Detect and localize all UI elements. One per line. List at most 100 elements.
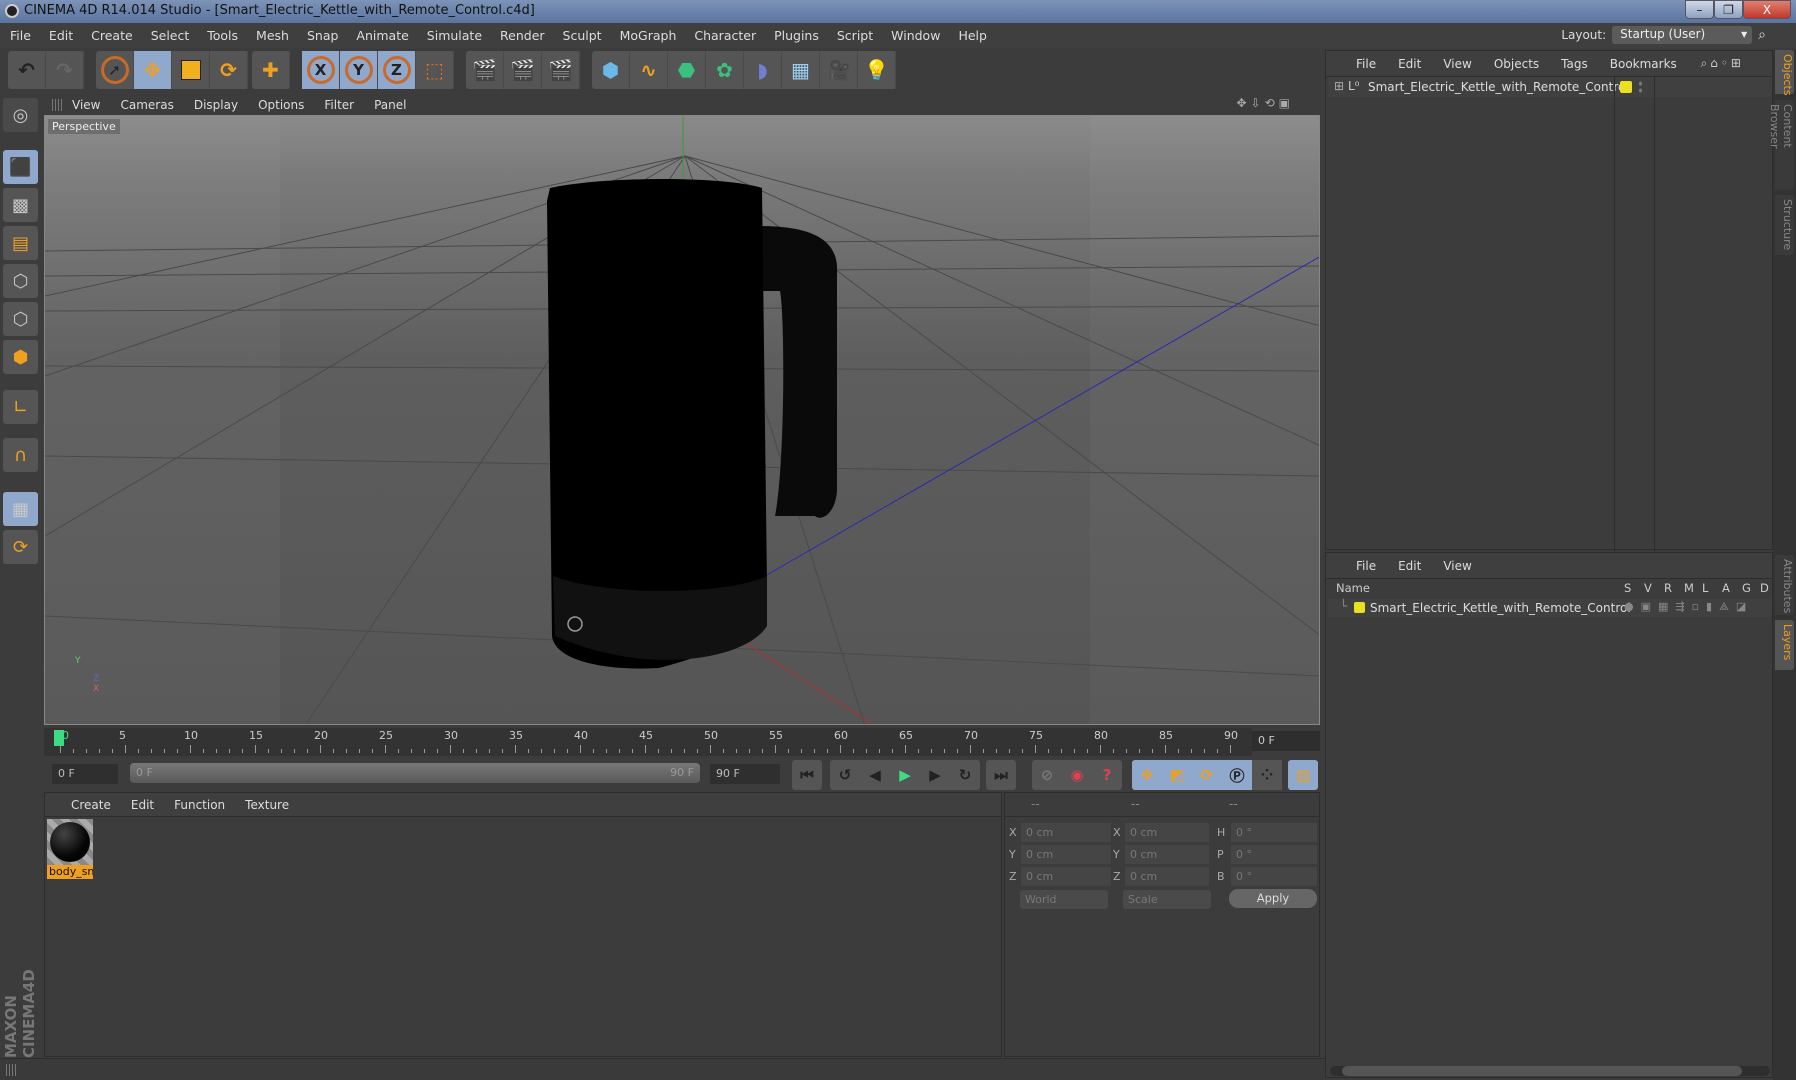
rot-h-field[interactable]: 0 ° xyxy=(1231,823,1317,842)
timeline-window-icon[interactable]: ▥ xyxy=(1288,760,1318,790)
visibility-dots[interactable] xyxy=(1638,80,1643,94)
col-animation[interactable]: A xyxy=(1722,581,1730,595)
viewport-menu-options[interactable]: Options xyxy=(258,98,304,112)
nurbs-icon[interactable]: ⬣ xyxy=(668,51,706,89)
next-key-icon[interactable]: ↻ xyxy=(950,760,980,790)
key-parameter-icon[interactable]: Ⓟ xyxy=(1222,760,1252,790)
array-icon[interactable]: ✿ xyxy=(706,51,744,89)
autokey-help-icon[interactable]: ? xyxy=(1092,760,1122,790)
scrollbar-thumb[interactable] xyxy=(1342,1066,1742,1076)
go-to-start-icon[interactable]: ⏮ xyxy=(792,760,822,790)
om-menu-objects[interactable]: Objects xyxy=(1494,57,1539,71)
menu-select[interactable]: Select xyxy=(151,28,190,43)
current-frame-field[interactable]: 0 F xyxy=(1252,731,1320,751)
floor-icon[interactable]: ▦ xyxy=(782,51,820,89)
rot-p-field[interactable]: 0 ° xyxy=(1231,845,1317,864)
axis-mode-icon[interactable]: ∟ xyxy=(3,390,38,424)
col-render[interactable]: R xyxy=(1664,581,1672,595)
material-menu-function[interactable]: Function xyxy=(174,798,225,812)
key-pla-icon[interactable]: ⁘ xyxy=(1252,760,1282,790)
model-mode-icon[interactable]: ⬛ xyxy=(3,150,38,184)
grip-handle[interactable] xyxy=(6,1064,16,1076)
menu-render[interactable]: Render xyxy=(500,28,545,43)
layout-dropdown[interactable]: Startup (User) ▾ xyxy=(1612,26,1753,44)
col-manager[interactable]: M xyxy=(1684,581,1694,595)
motion-path-icon[interactable]: ⊘ xyxy=(1032,760,1062,790)
menu-mesh[interactable]: Mesh xyxy=(256,28,289,43)
om-menu-bookmarks[interactable]: Bookmarks xyxy=(1610,57,1677,71)
lm-menu-file[interactable]: File xyxy=(1356,559,1376,573)
col-deformers[interactable]: D xyxy=(1760,581,1769,595)
step-back-icon[interactable]: ◀ xyxy=(860,760,890,790)
coordinate-system-icon[interactable]: ⬚ xyxy=(416,51,454,89)
size-z-field[interactable]: 0 cm xyxy=(1125,867,1209,886)
cube-primitive-icon[interactable]: ⬢ xyxy=(592,51,630,89)
tab-content-browser[interactable]: Content Browser xyxy=(1768,100,1794,190)
start-frame-field[interactable]: 0 F xyxy=(52,764,118,784)
close-button[interactable]: X xyxy=(1743,0,1791,19)
menu-mograph[interactable]: MoGraph xyxy=(620,28,677,43)
menu-script[interactable]: Script xyxy=(837,28,873,43)
live-select-icon[interactable]: ✚ xyxy=(252,51,290,89)
om-menu-file[interactable]: File xyxy=(1356,57,1376,71)
menu-sculpt[interactable]: Sculpt xyxy=(563,28,602,43)
menu-simulate[interactable]: Simulate xyxy=(427,28,482,43)
axis-y-toggle[interactable]: Y xyxy=(340,51,378,89)
menu-tools[interactable]: Tools xyxy=(207,28,238,43)
key-rotation-icon[interactable]: ⟳ xyxy=(1192,760,1222,790)
minimize-button[interactable]: – xyxy=(1685,0,1714,19)
material-menu-texture[interactable]: Texture xyxy=(245,798,289,812)
edges-mode-icon[interactable]: ⬡ xyxy=(3,302,38,336)
menu-help[interactable]: Help xyxy=(958,28,987,43)
snap-magnet-icon[interactable]: ∩ xyxy=(3,438,38,472)
polygons-mode-icon[interactable]: ⬢ xyxy=(3,340,38,374)
tab-structure[interactable]: Structure xyxy=(1775,195,1794,255)
viewport-menu-filter[interactable]: Filter xyxy=(324,98,354,112)
axis-x-toggle[interactable]: X xyxy=(302,51,340,89)
viewport-menu-view[interactable]: View xyxy=(72,98,100,112)
end-frame-field[interactable]: 90 F xyxy=(710,764,780,784)
record-icon[interactable]: ◉ xyxy=(1062,760,1092,790)
restore-button[interactable]: ❐ xyxy=(1714,0,1743,19)
select-tool-icon[interactable]: ➚ xyxy=(96,51,134,89)
size-x-field[interactable]: 0 cm xyxy=(1125,823,1209,842)
light-icon[interactable]: 💡 xyxy=(858,51,896,89)
grid-snap-icon[interactable]: ⟳ xyxy=(3,530,38,564)
make-editable-icon[interactable]: ◎ xyxy=(3,98,38,132)
viewport-menu-panel[interactable]: Panel xyxy=(374,98,406,112)
render-picture-viewer-icon[interactable]: 🎬 xyxy=(504,51,542,89)
prev-key-icon[interactable]: ↺ xyxy=(830,760,860,790)
layer-row[interactable]: └ Smart_Electric_Kettle_with_Remote_Cont… xyxy=(1328,599,1772,617)
grip-handle[interactable] xyxy=(52,99,62,111)
layer-color-swatch[interactable] xyxy=(1354,602,1365,613)
timeline-ruler[interactable]: 0 5 10 15 20 25 30 35 40 45 50 55 60 65 70 75 80 85 90 xyxy=(44,728,1252,756)
menu-animate[interactable]: Animate xyxy=(356,28,408,43)
key-position-icon[interactable]: ✥ xyxy=(1132,760,1162,790)
menu-window[interactable]: Window xyxy=(891,28,940,43)
workplane-lock-icon[interactable]: ▦ xyxy=(3,492,38,526)
menu-edit[interactable]: Edit xyxy=(49,28,73,43)
play-icon[interactable]: ▶ xyxy=(890,760,920,790)
go-to-end-icon[interactable]: ⏭ xyxy=(986,760,1016,790)
tab-layers[interactable]: Layers xyxy=(1775,620,1794,670)
transform-mode-dropdown[interactable]: Scale xyxy=(1123,890,1211,909)
layer-scrollbar[interactable] xyxy=(1330,1066,1770,1076)
workplane-icon[interactable]: ▤ xyxy=(3,226,38,260)
om-menu-view[interactable]: View xyxy=(1443,57,1471,71)
menu-character[interactable]: Character xyxy=(694,28,756,43)
lm-menu-view[interactable]: View xyxy=(1443,559,1471,573)
layer-color-tag[interactable] xyxy=(1620,81,1632,93)
viewport-menu-display[interactable]: Display xyxy=(194,98,238,112)
lm-menu-edit[interactable]: Edit xyxy=(1398,559,1421,573)
move-tool-icon[interactable]: ✥ xyxy=(134,51,172,89)
step-forward-icon[interactable]: ▶ xyxy=(920,760,950,790)
col-solo[interactable]: S xyxy=(1624,581,1631,595)
tab-objects[interactable]: Objects xyxy=(1775,50,1794,96)
material-menu-edit[interactable]: Edit xyxy=(131,798,154,812)
menu-file[interactable]: File xyxy=(10,28,31,43)
om-toolbar-icons[interactable]: ⌕⌂◦⊞ xyxy=(1701,56,1744,71)
render-settings-icon[interactable]: 🎬 xyxy=(542,51,580,89)
col-name[interactable]: Name xyxy=(1336,581,1370,595)
coordinate-mode-dropdown[interactable]: World xyxy=(1020,890,1108,909)
rot-b-field[interactable]: 0 ° xyxy=(1231,867,1317,886)
